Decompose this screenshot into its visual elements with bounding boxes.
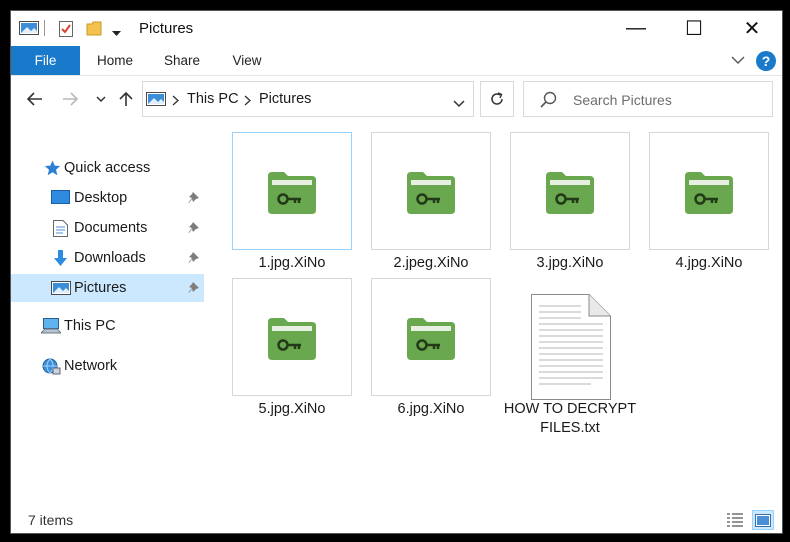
minimize-button[interactable]: — [607,11,665,46]
desktop-icon [51,190,70,208]
file-thumbnail [371,278,491,396]
recent-locations-icon[interactable] [91,89,111,109]
status-bar: 7 items [11,506,782,533]
pin-icon[interactable] [188,281,200,297]
properties-icon[interactable] [58,20,74,41]
item-count: 7 items [28,512,74,528]
nav-label: Network [64,358,118,374]
nav-label: Desktop [74,190,128,206]
pictures-icon [51,280,71,299]
nav-network[interactable]: Network [11,352,204,380]
file-name: 1.jpg.XiNo [258,255,326,271]
close-button[interactable]: ✕ [723,11,781,46]
details-view-button[interactable] [724,510,746,530]
tab-home[interactable]: Home [90,46,140,75]
address-bar[interactable]: This PC Pictures [142,81,474,117]
forward-button[interactable] [60,89,80,109]
file-thumbnail [232,278,352,396]
nav-label: Pictures [74,280,127,296]
documents-icon [53,220,68,240]
pictures-location-icon [146,91,166,110]
encrypted-folder-icon [685,172,733,214]
nav-label: Downloads [74,250,146,266]
encrypted-folder-icon [268,318,316,360]
nav-item-desktop[interactable]: Desktop [11,184,204,212]
breadcrumb-separator-icon[interactable] [172,93,179,109]
refresh-button[interactable] [480,81,514,117]
ribbon-tabs: File Home Share View ? [11,46,782,76]
file-thumbnail [371,132,491,250]
explorer-window: Pictures — ☐ ✕ File Home Share View ? Th… [10,10,783,534]
nav-label: This PC [64,318,116,334]
nav-item-downloads[interactable]: Downloads [11,244,204,272]
title-bar: Pictures — ☐ ✕ [11,11,782,46]
expand-ribbon-icon[interactable] [730,52,746,71]
nav-item-documents[interactable]: Documents [11,214,204,242]
file-thumbnail [510,278,630,400]
search-input[interactable]: Search Pictures [573,92,672,108]
network-icon [41,358,61,378]
star-icon [44,160,61,179]
navigation-pane: Quick access Desktop Documents Downloads [11,122,206,506]
tab-file[interactable]: File [11,46,80,75]
breadcrumb-separator-icon[interactable] [244,93,251,109]
file-name: 2.jpeg.XiNo [393,255,469,271]
window-title: Pictures [139,20,194,37]
downloads-icon [53,250,68,270]
encrypted-folder-icon [407,172,455,214]
file-name: 4.jpg.XiNo [675,255,743,271]
breadcrumb-pictures[interactable]: Pictures [259,91,311,107]
computer-icon [39,318,63,338]
new-folder-icon[interactable] [86,20,102,39]
pin-icon[interactable] [188,251,200,267]
refresh-icon [491,92,503,105]
nav-this-pc[interactable]: This PC [11,312,204,340]
up-button[interactable] [116,89,136,109]
encrypted-folder-icon [407,318,455,360]
tab-view[interactable]: View [222,46,272,75]
details-view-icon [727,513,743,527]
back-button[interactable] [25,89,45,109]
pin-icon[interactable] [188,221,200,237]
search-icon [540,91,557,111]
title-divider [44,20,45,36]
large-icons-view-icon [755,513,771,527]
nav-label: Documents [74,220,148,236]
pin-icon[interactable] [188,191,200,207]
nav-quick-access[interactable]: Quick access [11,154,204,182]
pictures-folder-icon [19,20,39,39]
text-document-icon [531,294,611,400]
address-row: This PC Pictures Search Pictures [11,76,782,122]
file-thumbnail [232,132,352,250]
file-name: HOW TO DECRYPT FILES.txt [503,401,637,436]
file-thumbnail [510,132,630,250]
quick-access-toolbar-dropdown-icon[interactable] [112,24,121,40]
file-name: 3.jpg.XiNo [536,255,604,271]
search-box[interactable]: Search Pictures [523,81,773,117]
file-name: 6.jpg.XiNo [397,401,465,417]
large-icons-view-button[interactable] [752,510,774,530]
nav-label: Quick access [64,160,151,176]
breadcrumb-this-pc[interactable]: This PC [187,91,239,107]
address-history-dropdown-icon[interactable] [453,95,465,111]
nav-item-pictures[interactable]: Pictures [11,274,204,302]
tab-share[interactable]: Share [157,46,207,75]
encrypted-folder-icon [268,172,316,214]
file-name: 5.jpg.XiNo [258,401,326,417]
encrypted-folder-icon [546,172,594,214]
file-list: 1.jpg.XiNo 2.jpeg.XiNo 3.jpg.XiNo 4.jpg.… [207,122,782,506]
file-thumbnail [649,132,769,250]
maximize-button[interactable]: ☐ [665,11,723,46]
help-button[interactable]: ? [756,51,776,71]
